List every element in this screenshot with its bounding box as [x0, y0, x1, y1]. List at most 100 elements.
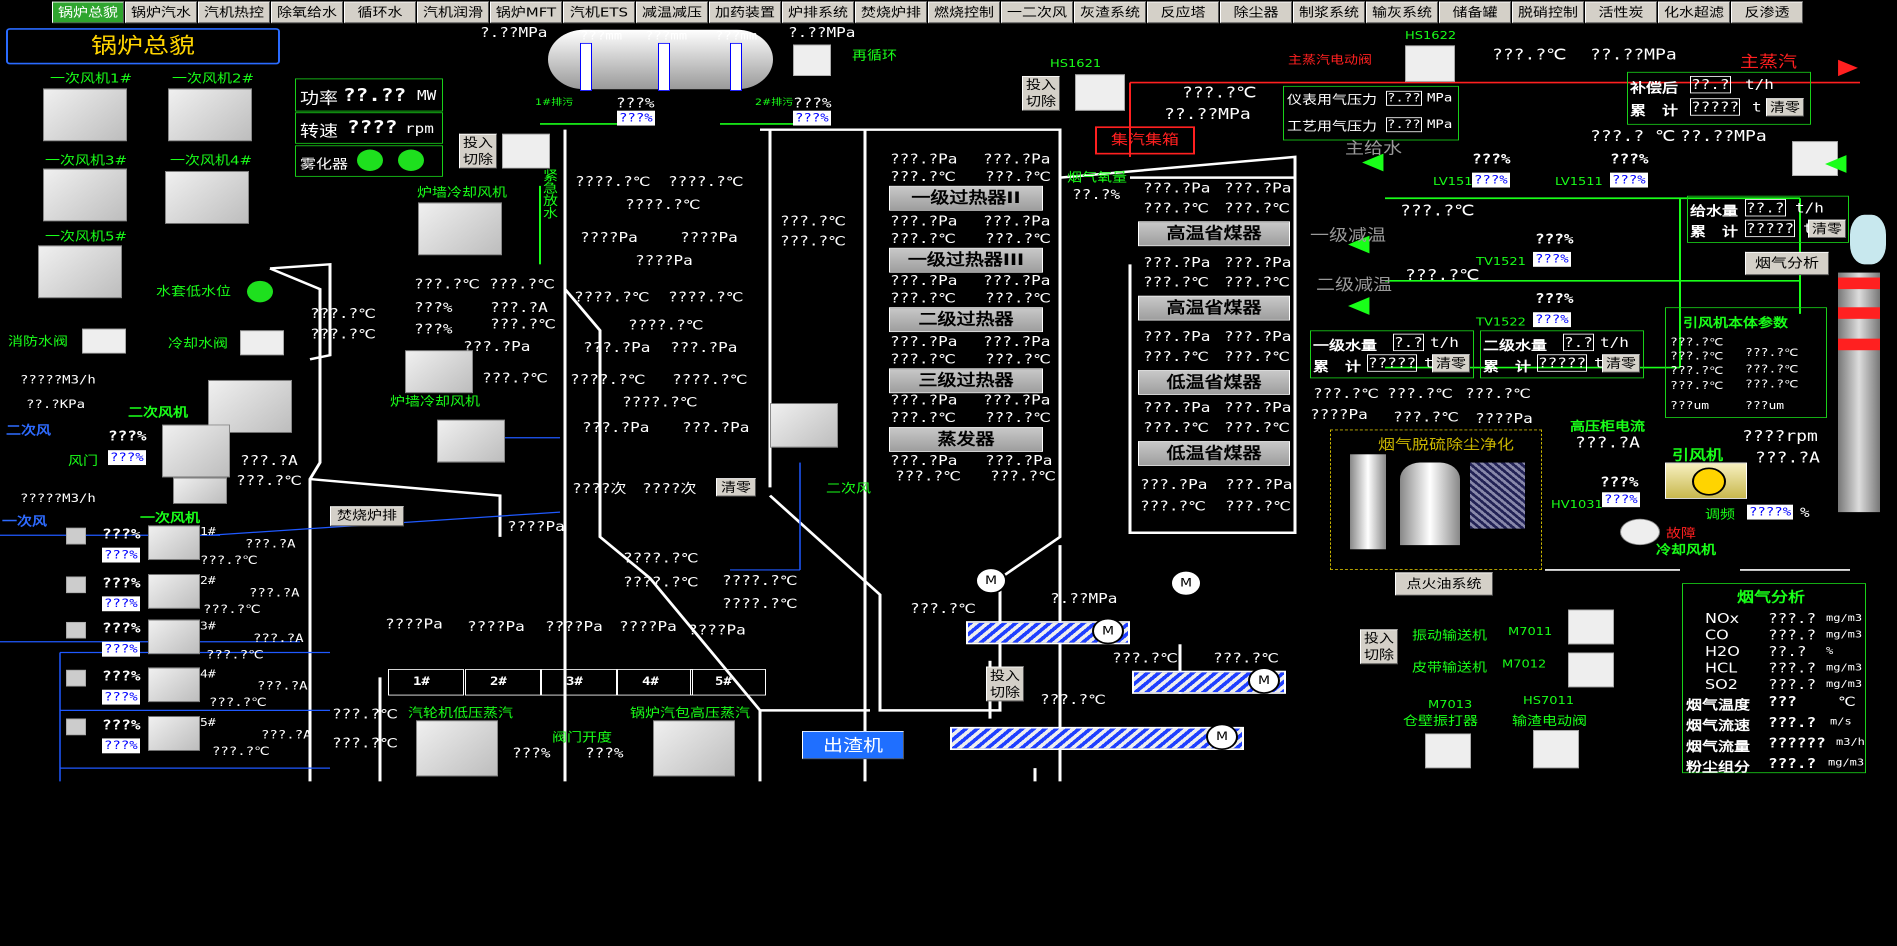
secondary-damper-setpoint[interactable]: ???% [108, 450, 146, 466]
primary-fan-unit-2[interactable] [148, 574, 200, 609]
secondary-fan-damper[interactable] [437, 419, 505, 463]
furnace-reading-6: ???.?℃ [490, 316, 557, 333]
primary-damper-valve-3[interactable] [66, 621, 86, 639]
wall-cool-fan-1[interactable] [418, 202, 502, 256]
tv1521-setpoint[interactable]: ???% [1533, 251, 1571, 267]
inst-air-value: ?.?? [1386, 90, 1422, 106]
primary-fan-unit-1[interactable] [148, 525, 200, 561]
hopper-2 [465, 669, 541, 696]
hopper-5 [690, 669, 766, 696]
primary-damper-valve-5[interactable] [66, 718, 86, 736]
eco-1: 高温省煤器 [1138, 295, 1290, 321]
furnace-reading-24: ???.?Pa [582, 419, 650, 436]
boiler-steam-valve[interactable] [653, 720, 735, 777]
ash-valve-label: 输渣电动阀 [1512, 713, 1588, 729]
secondary-fan-c[interactable] [173, 477, 227, 504]
freq-label: 调频 [1705, 507, 1736, 523]
desup-2-clear-button[interactable]: 清零 [1602, 354, 1640, 373]
hx-pa-b-2: ???.?Pa [983, 272, 1051, 289]
primary-fan-1[interactable] [43, 88, 127, 142]
secondary-air-damper-2[interactable] [770, 403, 838, 448]
analysis-unit-0: mg/m3 [1826, 612, 1863, 624]
hopper-motor-b[interactable]: M [1170, 569, 1202, 597]
furnace-reading-42: ?.??MPa [1050, 590, 1118, 607]
primary-damper-valve-4[interactable] [66, 669, 86, 687]
primary-damper-valve-2[interactable] [66, 576, 86, 594]
lv1511-pct: ???% [1610, 151, 1649, 167]
furnace-reading-45: ???.?℃ [1040, 691, 1107, 708]
cast-cut-button-1[interactable]: 投入 切除 [459, 133, 497, 169]
wall-cool-fan-2[interactable] [405, 350, 473, 394]
primary-fan-unit-5[interactable] [148, 716, 200, 751]
desup-1-flow-unit: t/h [1430, 334, 1459, 351]
slag-remover-button[interactable]: 出渣机 [802, 731, 904, 760]
secondary-fan-b[interactable] [162, 424, 230, 478]
desup-1-clear-button[interactable]: 清零 [1432, 354, 1470, 373]
hs1622-valve[interactable] [1405, 45, 1455, 82]
desup-2-arrow: ◀ [1348, 290, 1370, 319]
primary-damper-setpoint-5[interactable]: ???% [102, 738, 140, 754]
ignition-oil-button[interactable]: 点火油系统 [1395, 572, 1493, 596]
lv1511-setpoint[interactable]: ???% [1610, 172, 1648, 188]
blowdown-1-setpoint[interactable]: ???% [617, 110, 655, 126]
ash-valve[interactable] [1533, 730, 1579, 769]
hopper-1 [388, 669, 464, 696]
bunker-vibrator-motor[interactable] [1425, 733, 1471, 769]
emergency-drain-valve[interactable] [502, 133, 550, 169]
main-steam-label: 主蒸汽 [1740, 52, 1798, 72]
lower-conveyor-motor-2[interactable]: M [1206, 723, 1238, 751]
cooling-valve[interactable] [240, 330, 284, 356]
lower-conveyor-motor-0[interactable]: M [1092, 617, 1124, 645]
primary-damper-setpoint-4[interactable]: ???% [102, 689, 140, 705]
primary-fan-3[interactable] [43, 168, 127, 222]
vibrating-conveyor-motor[interactable] [1568, 609, 1614, 645]
hs1621-valve[interactable] [1075, 74, 1125, 111]
cooling-fan[interactable] [1620, 518, 1660, 546]
analysis-name-3: HCL [1705, 659, 1738, 676]
primary-fan-3-label: 一次风机3# [45, 152, 128, 168]
primary-damper-valve-1[interactable] [66, 527, 86, 545]
primary-fan-unit-4[interactable] [148, 667, 200, 703]
primary-fan-4[interactable] [165, 170, 249, 224]
hopper-motor-a[interactable]: M [975, 567, 1007, 594]
fire-valve[interactable] [82, 328, 126, 354]
grate-clear-button[interactable]: 清零 [716, 478, 756, 497]
primary-damper-setpoint-2[interactable]: ???% [102, 596, 140, 612]
feed-clear-button[interactable]: 清零 [1808, 219, 1846, 238]
grate-button[interactable]: 焚烧炉排 [330, 506, 404, 527]
freq-setpoint[interactable]: ????% [1747, 504, 1794, 520]
steam-clear-button[interactable]: 清零 [1766, 98, 1804, 117]
cast-cut-button-3[interactable]: 投入 切除 [1360, 629, 1398, 665]
primary-damper-setpoint-1[interactable]: ???% [102, 547, 140, 563]
primary-fan-unit-3[interactable] [148, 619, 200, 655]
flue-analysis-button[interactable]: 烟气分析 [1745, 251, 1829, 276]
tv1522-setpoint[interactable]: ???% [1533, 312, 1571, 328]
lower-conveyor-motor-1[interactable]: M [1248, 667, 1280, 694]
primary-fan-amp-4: ???.?A [257, 679, 308, 694]
blowdown-2-setpoint[interactable]: ???% [793, 110, 831, 126]
furnace-reading-39: ???% [512, 745, 551, 761]
flue-temp-label: 烟气温度 [1686, 697, 1751, 713]
eco-3: 低温省煤器 [1138, 441, 1290, 466]
id-fan-amp: ???.?A [1755, 449, 1821, 467]
turbine-steam-valve[interactable] [416, 720, 498, 777]
flue-t-b: ???.?℃ [1387, 385, 1454, 402]
cast-cut-button-4[interactable]: 投入 切除 [986, 666, 1024, 702]
primary-damper-setpoint-3[interactable]: ???% [102, 641, 140, 657]
lower-conveyor-2 [950, 726, 1244, 751]
furnace-reading-25: ???.?Pa [682, 419, 750, 436]
furnace-reading-23: ????.?℃ [622, 394, 698, 410]
lv1512-setpoint[interactable]: ???% [1472, 172, 1510, 188]
cast-cut-button-2[interactable]: 投入 切除 [1022, 75, 1060, 111]
primary-fan-5[interactable] [38, 245, 122, 299]
id-fan-param-4: ???.?℃ [1670, 365, 1724, 378]
hv1031-setpoint[interactable]: ???% [1602, 492, 1640, 508]
belt-conveyor-motor[interactable] [1568, 652, 1614, 688]
furnace-reading-0: ???.?℃ [310, 305, 377, 322]
flue-flow-value: ?????? [1768, 735, 1826, 751]
main-steam-valve-label: 主蒸汽电动阀 [1288, 53, 1372, 67]
recirc-valve[interactable] [793, 44, 831, 76]
hs1622-label: HS1622 [1405, 29, 1457, 43]
feed-flow-label: 给水量 [1690, 203, 1739, 219]
primary-fan-2[interactable] [168, 88, 252, 142]
